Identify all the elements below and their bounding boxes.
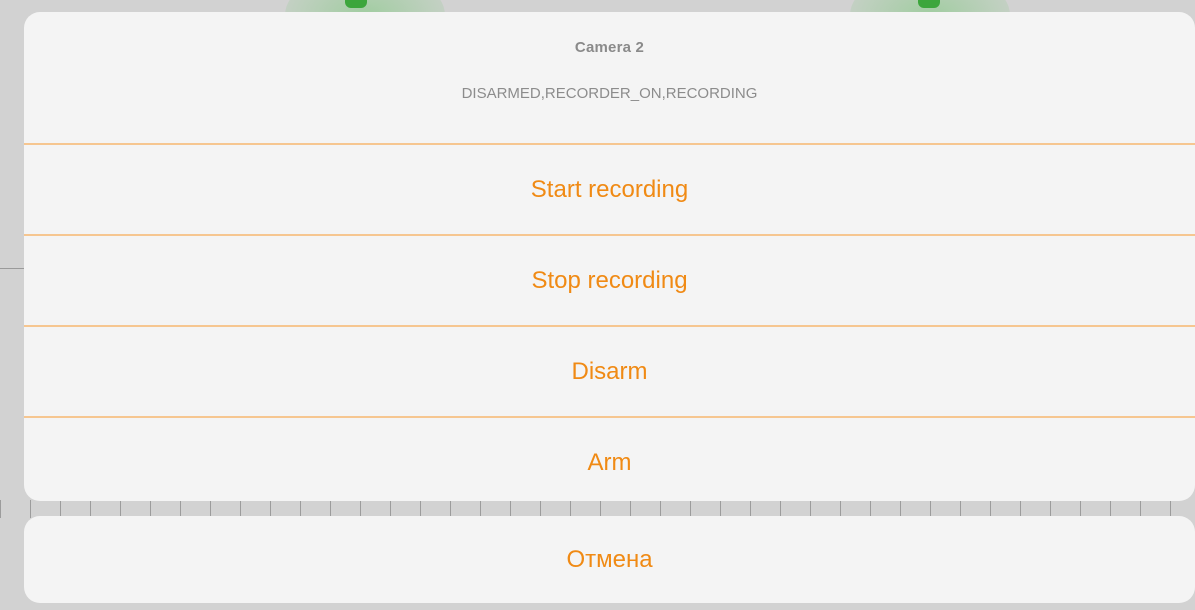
start-recording-button[interactable]: Start recording (24, 145, 1195, 236)
stop-recording-button[interactable]: Stop recording (24, 236, 1195, 327)
action-sheet-message: DISARMED,RECORDER_ON,RECORDING (461, 85, 758, 102)
camera-status-indicator-left (345, 0, 367, 8)
arm-button[interactable]: Arm (24, 418, 1195, 501)
action-sheet-header: Camera 2 DISARMED,RECORDER_ON,RECORDING (24, 12, 1195, 145)
disarm-button[interactable]: Disarm (24, 327, 1195, 418)
action-sheet: Camera 2 DISARMED,RECORDER_ON,RECORDING … (24, 12, 1195, 501)
cancel-button[interactable]: Отмена (24, 516, 1195, 603)
action-sheet-title: Camera 2 (574, 39, 645, 56)
camera-status-indicator-right (918, 0, 940, 8)
